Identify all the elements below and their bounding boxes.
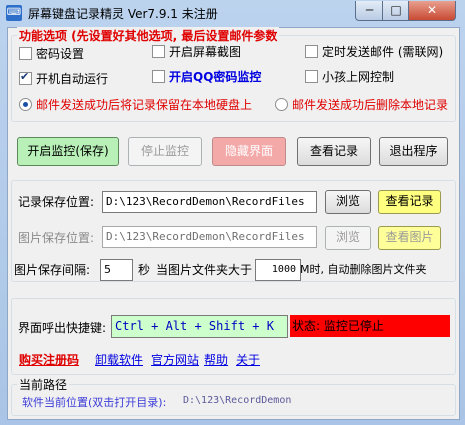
screen-capture-checkbox[interactable] <box>152 45 165 58</box>
current-path-group-title: 当前路径 <box>17 376 70 393</box>
uninstall-link[interactable]: 卸载软件 <box>95 351 143 368</box>
keep-local-radio[interactable] <box>19 98 32 111</box>
stop-monitor-button[interactable]: 停止监控 <box>128 137 202 166</box>
timed-email-label[interactable]: 定时发送邮件 (需联网) <box>322 43 443 60</box>
kid-control-label[interactable]: 小孩上网控制 <box>322 68 394 85</box>
options-group-title: 功能选项 (先设置好其他选项, 最后设置邮件参数 <box>17 27 280 44</box>
delete-local-radio[interactable] <box>275 98 288 111</box>
interval-label: 图片保存间隔: <box>14 263 91 277</box>
image-path-input[interactable]: D:\123\RecordDemon\RecordFiles <box>102 226 317 248</box>
help-link[interactable]: 帮助 <box>204 351 228 368</box>
view-record-button[interactable]: 查看记录 <box>378 190 441 214</box>
record-path-input[interactable]: D:\123\RecordDemon\RecordFiles <box>102 191 317 213</box>
folder-size-suffix: M时, 自动删除图片文件夹 <box>300 263 427 276</box>
maximize-button[interactable]: □ <box>382 1 410 21</box>
title-bar[interactable]: ⌨ 屏幕键盘记录精灵 Ver7.9.1 未注册 ─ □ ✕ <box>0 0 465 26</box>
exit-button[interactable]: 退出程序 <box>379 137 448 166</box>
view-records-button[interactable]: 查看记录 <box>297 137 371 166</box>
password-settings-label[interactable]: 密码设置 <box>36 45 84 62</box>
hotkey-input[interactable]: Ctrl + Alt + Shift + K <box>111 315 288 338</box>
password-settings-checkbox[interactable] <box>19 47 32 60</box>
kid-control-checkbox[interactable] <box>305 70 318 83</box>
folder-size-label: 当图片文件夹大于 <box>156 263 253 277</box>
record-path-label: 记录保存位置: <box>18 195 95 209</box>
hide-ui-button[interactable]: 隐藏界面 <box>212 137 286 166</box>
folder-size-input[interactable]: 1000 <box>255 259 301 281</box>
status-indicator: 状态: 监控已停止 <box>290 315 450 337</box>
official-website-link[interactable]: 官方网站 <box>151 351 199 368</box>
interval-unit: 秒 <box>138 263 151 277</box>
app-icon: ⌨ <box>6 5 22 21</box>
current-path-label[interactable]: 软件当前位置(双击打开目录): <box>22 394 166 410</box>
record-browse-button[interactable]: 浏览 <box>325 190 371 214</box>
window-title: 屏幕键盘记录精灵 Ver7.9.1 未注册 <box>28 7 218 21</box>
hotkey-label: 界面呼出快捷键: <box>18 321 107 335</box>
close-button[interactable]: ✕ <box>408 1 456 21</box>
start-monitor-button[interactable]: 开启监控(保存) <box>17 137 119 166</box>
image-browse-button[interactable]: 浏览 <box>325 226 371 250</box>
buy-register-link[interactable]: 购买注册码 <box>19 351 79 368</box>
about-link[interactable]: 关于 <box>236 351 260 368</box>
qq-monitor-label[interactable]: 开启QQ密码监控 <box>169 68 261 85</box>
keep-local-label[interactable]: 邮件发送成功后将记录保留在本地硬盘上 <box>36 96 252 113</box>
timed-email-checkbox[interactable] <box>305 45 318 58</box>
minimize-button[interactable]: ─ <box>355 1 384 21</box>
interval-input[interactable]: 5 <box>100 259 133 281</box>
autostart-label[interactable]: 开机自动运行 <box>36 70 108 87</box>
delete-local-label[interactable]: 邮件发送成功后删除本地记录 <box>292 96 448 113</box>
screen-capture-label[interactable]: 开启屏幕截图 <box>169 43 241 60</box>
qq-monitor-checkbox[interactable] <box>152 70 165 83</box>
current-path-value[interactable]: D:\123\RecordDemon <box>183 395 291 406</box>
view-image-button[interactable]: 查看图片 <box>378 226 441 250</box>
autostart-checkbox[interactable] <box>19 70 32 85</box>
image-path-label: 图片保存位置: <box>18 231 95 245</box>
